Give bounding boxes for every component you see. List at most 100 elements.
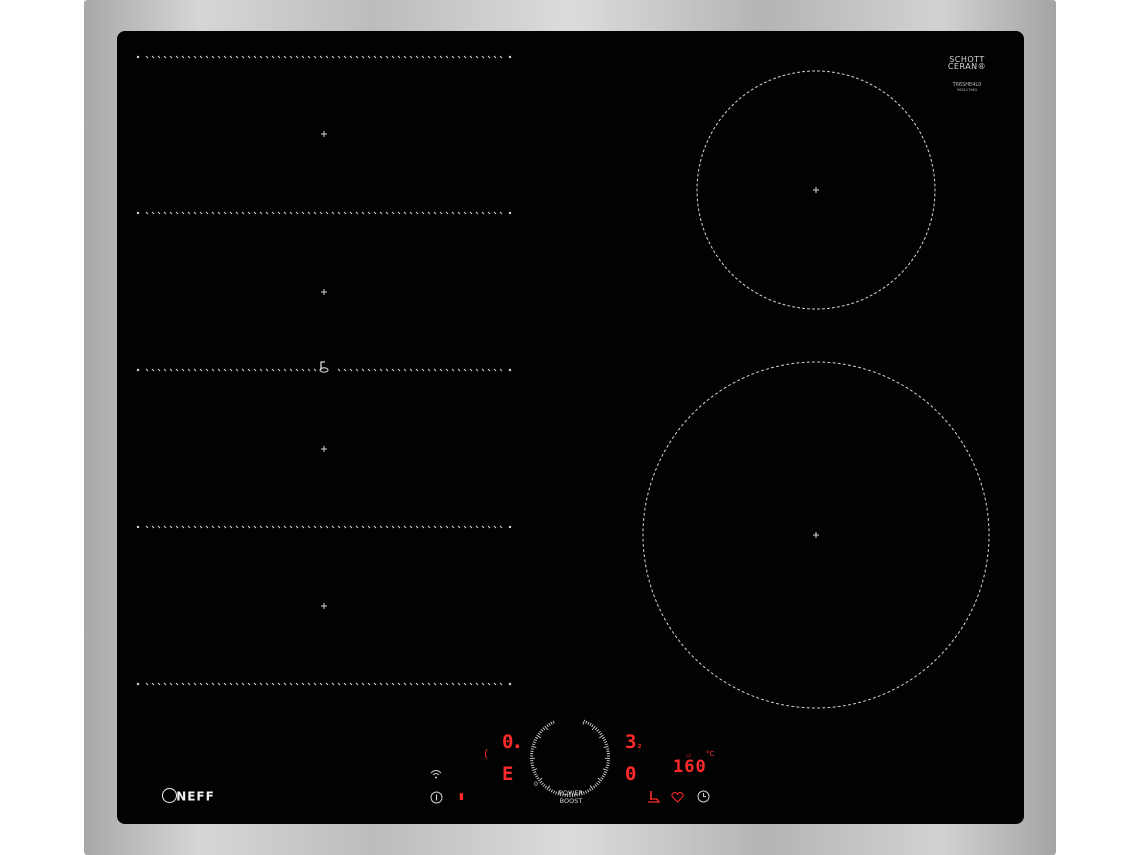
right-zone-display-lower[interactable]: 0 <box>625 765 636 784</box>
zone-tick <box>863 368 866 370</box>
divider-tick <box>373 55 377 59</box>
zone-tick <box>957 436 961 439</box>
divider-tick <box>217 682 221 686</box>
divider-tick <box>229 368 233 372</box>
divider-tick <box>277 682 281 686</box>
info-icon[interactable] <box>430 791 443 806</box>
divider-tick <box>259 55 263 59</box>
divider-tick <box>151 211 155 215</box>
zone-tick <box>706 398 710 402</box>
zone-cross-mark <box>321 131 327 137</box>
zone-tick <box>756 696 760 699</box>
zone-tick <box>978 589 981 593</box>
dial-tick <box>536 734 541 739</box>
zone-tick <box>671 436 675 439</box>
zone-tick <box>882 693 886 696</box>
right-zone-display[interactable]: 3₂ <box>625 733 642 755</box>
zone-tick <box>863 700 866 702</box>
zone-tick <box>984 497 986 501</box>
divider-tick <box>397 368 401 372</box>
temperature-display[interactable]: 160 <box>673 758 707 777</box>
zone-tick <box>869 83 873 86</box>
zone-tick <box>776 702 779 705</box>
divider-tick <box>451 55 455 59</box>
divider-tick <box>247 368 251 372</box>
divider-tick <box>217 55 221 59</box>
serial-number: 900117963 <box>956 88 978 92</box>
zone-tick <box>663 617 667 621</box>
divider-tick <box>481 211 485 215</box>
favourite-icon[interactable] <box>671 791 684 805</box>
divider-tick <box>205 682 209 686</box>
divider-tick <box>199 55 203 59</box>
zone-tick <box>746 693 750 696</box>
zone-tick <box>648 487 651 491</box>
zone-tick <box>681 423 684 427</box>
dial-tick <box>530 764 534 767</box>
zone-tick <box>978 477 981 481</box>
zone-tick <box>930 218 933 222</box>
divider-tick <box>475 55 479 59</box>
zone-tick <box>882 91 886 94</box>
zone-tick <box>980 482 983 486</box>
neff-logo: NEFF <box>162 787 215 804</box>
divider-tick <box>217 211 221 215</box>
divider-tick <box>247 682 251 686</box>
divider-tick <box>181 682 185 686</box>
zone-tick <box>721 262 725 266</box>
divider-tick <box>391 682 395 686</box>
power-boost-label[interactable]: POWER BOOST <box>548 789 594 805</box>
divider-tick <box>265 368 269 372</box>
divider-tick <box>145 525 149 529</box>
divider-tick <box>379 55 383 59</box>
wifi-icon[interactable] <box>430 769 442 783</box>
divider-tick <box>457 682 461 686</box>
divider-tick <box>253 525 257 529</box>
divider-end-dot <box>136 55 140 59</box>
pan-sensor-icon[interactable] <box>647 789 661 806</box>
divider-tick <box>187 55 191 59</box>
divider-tick <box>187 682 191 686</box>
divider-tick <box>487 682 491 686</box>
dial-tick <box>533 738 537 742</box>
zone-tick <box>647 492 649 496</box>
divider-tick <box>451 368 455 372</box>
zone-tick <box>746 286 750 289</box>
divider-tick <box>391 211 395 215</box>
zone-tick <box>731 273 735 277</box>
zone-tick <box>702 227 705 231</box>
divider-tick <box>409 682 413 686</box>
dial-tick <box>532 768 538 771</box>
divider-tick <box>283 525 287 529</box>
zone-tick <box>659 458 662 462</box>
power-boost-dial[interactable] <box>530 719 610 797</box>
zone-tick <box>914 675 918 678</box>
divider-tick <box>499 525 503 529</box>
divider-tick <box>175 682 179 686</box>
divider-tick <box>259 211 263 215</box>
left-zone-display[interactable]: 0 <box>502 733 513 752</box>
divider-tick <box>415 368 419 372</box>
left-zone-display-lower[interactable]: E <box>502 765 513 784</box>
zone-tick <box>877 695 881 698</box>
zone-tick <box>677 639 681 643</box>
divider-end-dot <box>136 211 140 215</box>
zone-tick <box>792 72 796 74</box>
divider-tick <box>289 55 293 59</box>
zone-tick <box>901 683 904 686</box>
neff-logo-ring <box>162 787 177 803</box>
model-label: T66SHE4L0 900117963 <box>944 82 990 92</box>
zone-tick <box>773 300 777 303</box>
zone-tick <box>957 631 961 634</box>
zone-tick <box>921 135 924 139</box>
divider-tick <box>157 211 161 215</box>
dial-tick <box>536 777 540 780</box>
divider-tick <box>487 368 491 372</box>
zone-tick <box>781 703 785 706</box>
dial-tick <box>606 764 610 767</box>
divider-tick <box>325 211 329 215</box>
divider-tick <box>259 682 263 686</box>
timer-icon[interactable] <box>697 790 710 805</box>
neff-logo-text: NEFF <box>176 789 215 804</box>
zone-tick <box>723 681 727 684</box>
